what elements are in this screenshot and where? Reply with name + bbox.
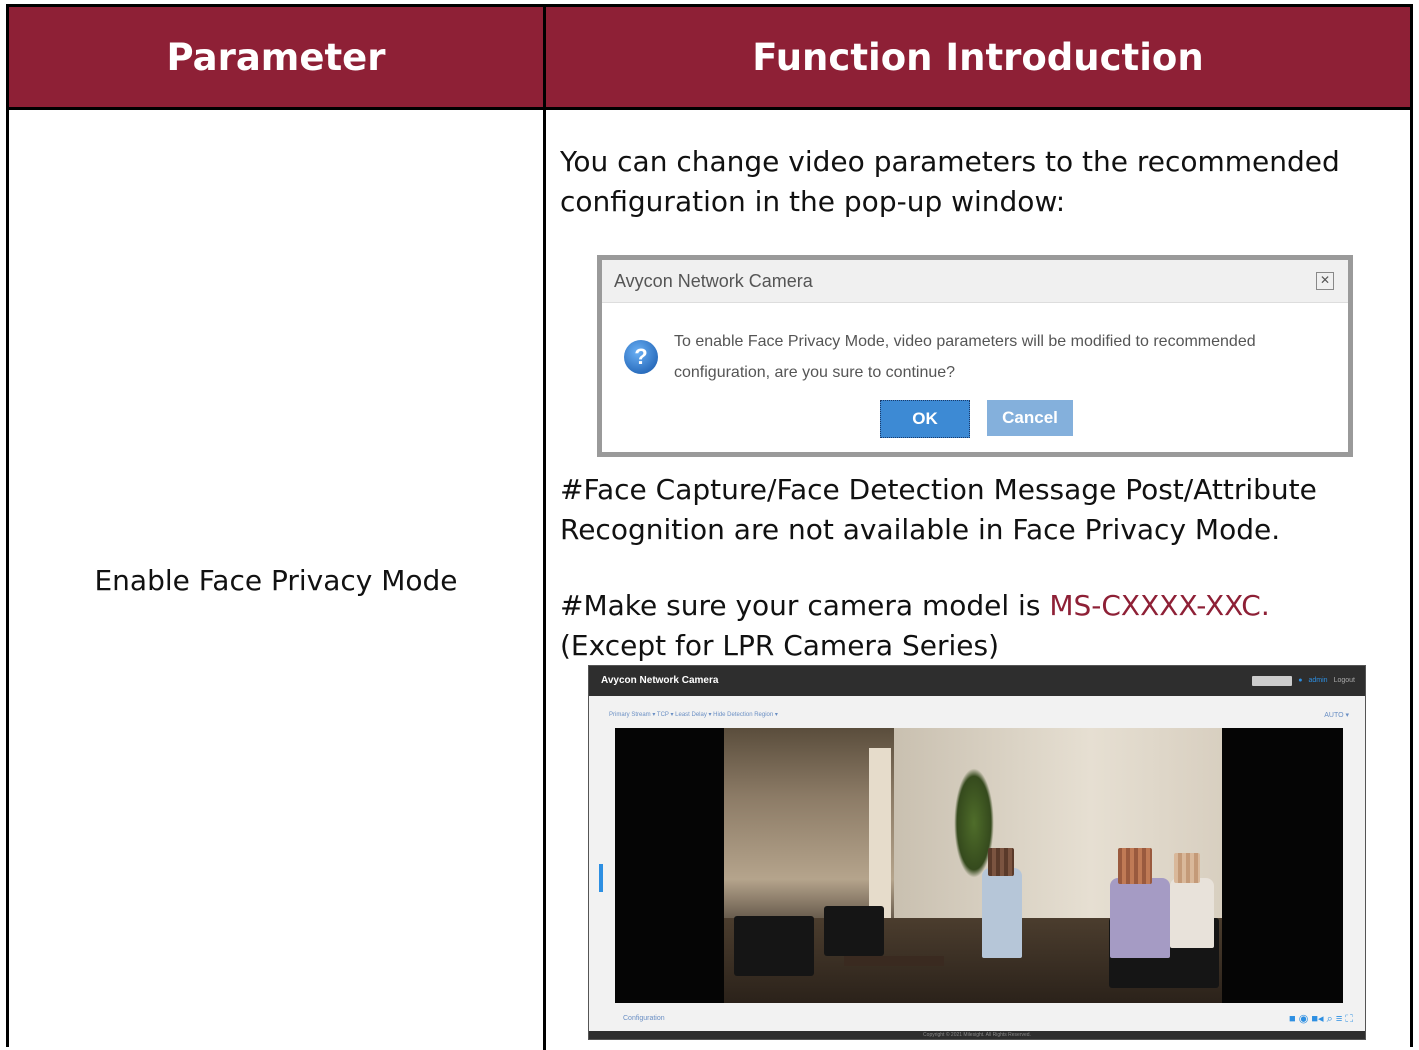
user-name[interactable]: admin — [1309, 666, 1328, 696]
video-scene — [724, 728, 1222, 1003]
header-parameter: Parameter — [166, 35, 386, 79]
question-icon: ? — [624, 340, 658, 374]
note-unavailable-features: #Face Capture/Face Detection Message Pos… — [560, 473, 1317, 546]
camera-top-right: ● admin Logout — [1252, 674, 1355, 688]
function-cell: You can change video parameters to the r… — [546, 110, 1410, 1050]
pixelated-face — [1174, 853, 1200, 883]
parameter-table: Parameter Function Introduction Enable F… — [6, 4, 1413, 1050]
live-video — [615, 728, 1343, 1003]
scene-table — [844, 956, 944, 966]
pixelated-face — [988, 848, 1014, 876]
camera-bottom-bar: Configuration ■ ◉ ■◂ ⌕ ≡ ⛶ — [589, 1011, 1365, 1033]
header-function-introduction: Function Introduction — [752, 35, 1204, 79]
note-model-prefix: #Make sure your camera model is — [560, 589, 1050, 622]
scene-chair — [734, 916, 814, 976]
pixelated-face — [1118, 848, 1152, 884]
camera-tools[interactable]: ■ ◉ ■◂ ⌕ ≡ ⛶ — [1289, 1012, 1353, 1026]
close-icon[interactable]: ✕ — [1316, 272, 1334, 290]
camera-ui-screenshot: Avycon Network Camera ● admin Logout Pri… — [588, 665, 1366, 1040]
ok-button[interactable]: OK — [880, 400, 970, 438]
intro-text: You can change video parameters to the r… — [560, 145, 1340, 218]
camera-title-bar: Avycon Network Camera ● admin Logout — [589, 666, 1365, 696]
cancel-button[interactable]: Cancel — [987, 400, 1073, 436]
scene-person — [1170, 878, 1214, 948]
language-select[interactable] — [1252, 676, 1293, 686]
dialog-title: Avycon Network Camera — [602, 260, 1348, 303]
side-handle[interactable] — [599, 864, 603, 892]
parameter-cell: Enable Face Privacy Mode — [94, 563, 458, 597]
dialog-message: To enable Face Privacy Mode, video param… — [674, 333, 1256, 381]
note-camera-model: #Make sure your camera model is MS-CXXXX… — [560, 586, 1395, 666]
user-icon: ● — [1298, 677, 1303, 684]
camera-title: Avycon Network Camera — [601, 675, 719, 686]
dialog-screenshot: Avycon Network Camera ✕ ? To enable Face… — [597, 255, 1353, 457]
scene-person — [982, 868, 1022, 958]
dialog-window: Avycon Network Camera ✕ ? To enable Face… — [602, 260, 1348, 452]
camera-footer: Copyright © 2021 Milesight. All Rights R… — [589, 1031, 1365, 1039]
configuration-link[interactable]: Configuration — [623, 1015, 665, 1022]
scene-person — [1110, 878, 1170, 958]
stream-toolbar-right[interactable]: AUTO ▾ — [1324, 711, 1349, 719]
logout-link[interactable]: Logout — [1334, 666, 1355, 696]
table-header: Parameter Function Introduction — [9, 7, 1410, 110]
camera-model: MS-CXXXX-XXC. — [1049, 589, 1270, 622]
scene-chair — [824, 906, 884, 956]
stream-toolbar[interactable]: Primary Stream ▾ TCP ▾ Least Delay ▾ Hid… — [609, 711, 778, 718]
note-model-suffix: (Except for LPR Camera Series) — [560, 629, 1000, 662]
